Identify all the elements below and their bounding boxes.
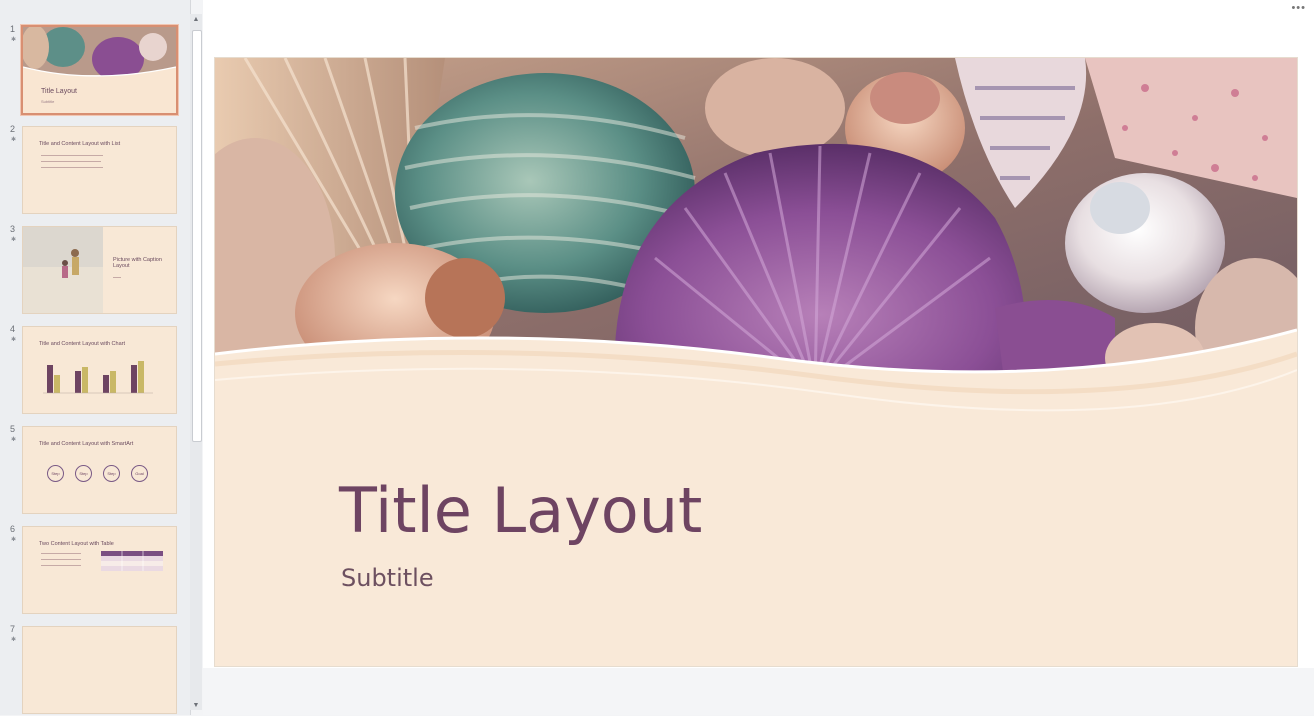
thumbnail-title: Title and Content Layout with List	[39, 141, 121, 147]
slide-thumbnail-2[interactable]: Title and Content Layout with List	[22, 126, 177, 214]
thumbnail-text-line	[41, 161, 101, 162]
slide-number: 2	[10, 124, 16, 134]
thumbnail-row-4: 4 ✱ Title and Content Layout with Chart	[0, 324, 190, 416]
thumbnail-picture	[23, 227, 103, 313]
slide-number: 6	[10, 524, 16, 534]
slide-subtitle[interactable]: Subtitle	[341, 564, 434, 592]
animation-star-icon: ✱	[11, 37, 17, 43]
slide-thumbnail-5[interactable]: Title and Content Layout with SmartArt S…	[22, 426, 177, 514]
slide-number: 3	[10, 224, 16, 234]
animation-star-icon: ✱	[11, 137, 17, 143]
thumbnail-row-5: 5 ✱ Title and Content Layout with SmartA…	[0, 424, 190, 516]
thumbnail-table	[101, 551, 163, 571]
thumbnail-text-line	[41, 155, 103, 156]
slide-thumbnail-pane: 1 ✱ Title Layout Subtitle 2 ✱ Title and …	[0, 0, 191, 715]
thumbnail-row-7: 7 ✱	[0, 624, 190, 716]
slide-thumbnail-7[interactable]	[22, 626, 177, 714]
smartart-circle: Goal	[131, 465, 148, 482]
slide-thumbnail-3[interactable]: Picture with Caption Layout	[22, 226, 177, 314]
thumbnail-row-1: 1 ✱ Title Layout Subtitle	[0, 24, 190, 116]
slide-number: 5	[10, 424, 16, 434]
thumbnail-row-2: 2 ✱ Title and Content Layout with List	[0, 124, 190, 216]
editor-bottom-area	[203, 668, 1314, 715]
smartart-circle: Step	[75, 465, 92, 482]
thumbnail-text-line	[113, 277, 121, 278]
thumbnail-title: Title Layout	[41, 88, 77, 95]
animation-star-icon: ✱	[11, 537, 17, 543]
smartart-circle: Step	[47, 465, 64, 482]
animation-star-icon: ✱	[11, 437, 17, 443]
smartart-circle: Step	[103, 465, 120, 482]
slide-number: 7	[10, 624, 16, 634]
thumbnail-row-3: 3 ✱ Picture with Caption Layout	[0, 224, 190, 316]
slide-title[interactable]: Title Layout	[339, 474, 702, 547]
animation-star-icon: ✱	[11, 237, 17, 243]
thumbnail-text-line	[41, 167, 103, 168]
slide-thumbnail-6[interactable]: Two Content Layout with Table	[22, 526, 177, 614]
animation-star-icon: ✱	[11, 637, 17, 643]
slide-thumbnail-1[interactable]: Title Layout Subtitle	[21, 25, 178, 115]
scroll-down-icon[interactable]: ▼	[190, 700, 202, 712]
slide-thumbnail-4[interactable]: Title and Content Layout with Chart	[22, 326, 177, 414]
slide-number: 1	[10, 24, 16, 34]
ellipsis-icon[interactable]: •••	[1291, 2, 1306, 14]
scrollbar-thumb[interactable]	[192, 30, 202, 442]
animation-star-icon: ✱	[11, 337, 17, 343]
current-slide[interactable]: Title Layout Subtitle	[215, 58, 1297, 666]
thumbnail-title: Picture with Caption Layout	[113, 257, 162, 269]
thumbnail-subtitle: Subtitle	[41, 99, 55, 104]
scroll-up-icon[interactable]: ▲	[190, 14, 202, 26]
thumbnail-title: Title and Content Layout with SmartArt	[39, 441, 134, 447]
thumbnail-row-6: 6 ✱ Two Content Layout with Table	[0, 524, 190, 616]
thumbnail-chart	[43, 361, 153, 394]
slide-number: 4	[10, 324, 16, 334]
